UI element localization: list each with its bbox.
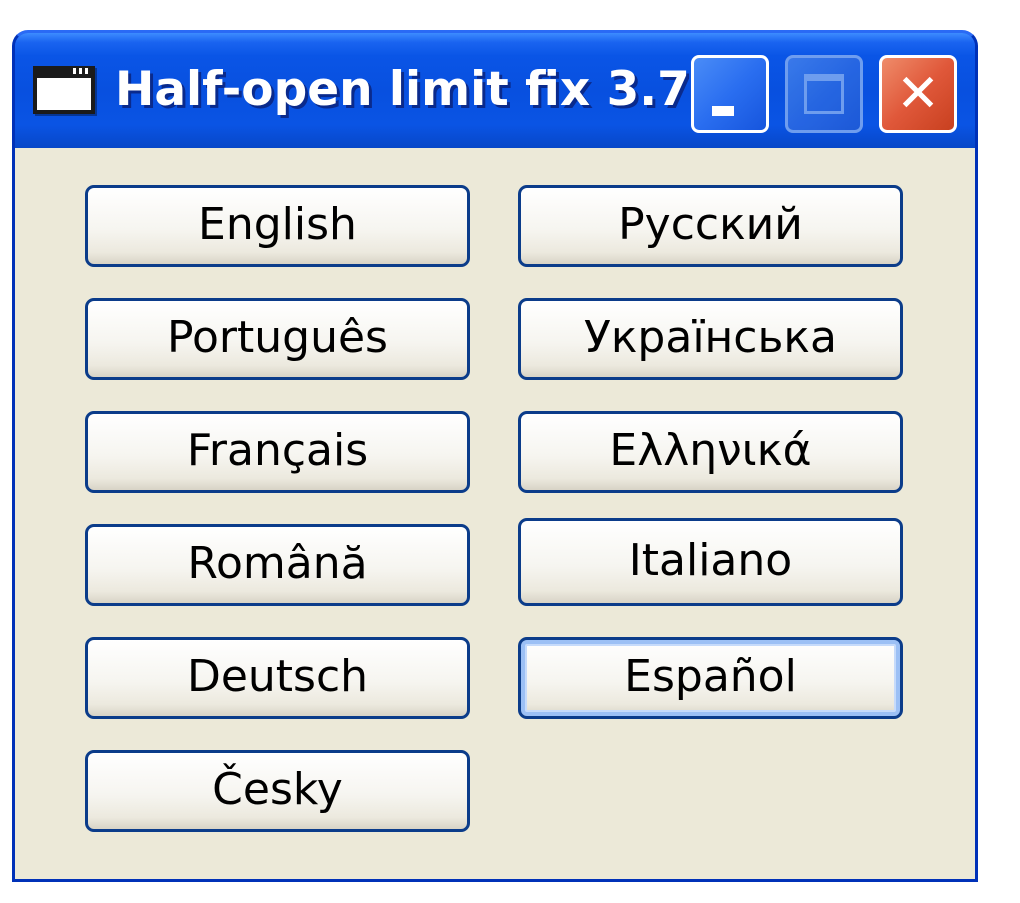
greek-button[interactable]: Ελληνικά: [518, 411, 903, 493]
italian-button[interactable]: Italiano: [518, 518, 903, 606]
maximize-button: [785, 55, 863, 133]
german-button[interactable]: Deutsch: [85, 637, 470, 719]
french-button[interactable]: Français: [85, 411, 470, 493]
close-icon: ✕: [896, 64, 940, 124]
app-window: Half-open limit fix 3.7 ✕ English Portug…: [12, 30, 978, 882]
window-title: Half-open limit fix 3.7: [115, 62, 690, 117]
ukrainian-button[interactable]: Українська: [518, 298, 903, 380]
portuguese-button[interactable]: Português: [85, 298, 470, 380]
romanian-button[interactable]: Română: [85, 524, 470, 606]
czech-button[interactable]: Česky: [85, 750, 470, 832]
english-button[interactable]: English: [85, 185, 470, 267]
minimize-button[interactable]: [691, 55, 769, 133]
minimize-icon: [712, 106, 734, 116]
language-selection-panel: English Português Français Română Deutsc…: [15, 148, 975, 879]
app-window-icon[interactable]: [33, 66, 95, 114]
spanish-button[interactable]: Español: [518, 637, 903, 719]
russian-button[interactable]: Русский: [518, 185, 903, 267]
title-bar[interactable]: Half-open limit fix 3.7 ✕: [15, 33, 975, 148]
close-button[interactable]: ✕: [879, 55, 957, 133]
maximize-icon: [804, 74, 844, 114]
